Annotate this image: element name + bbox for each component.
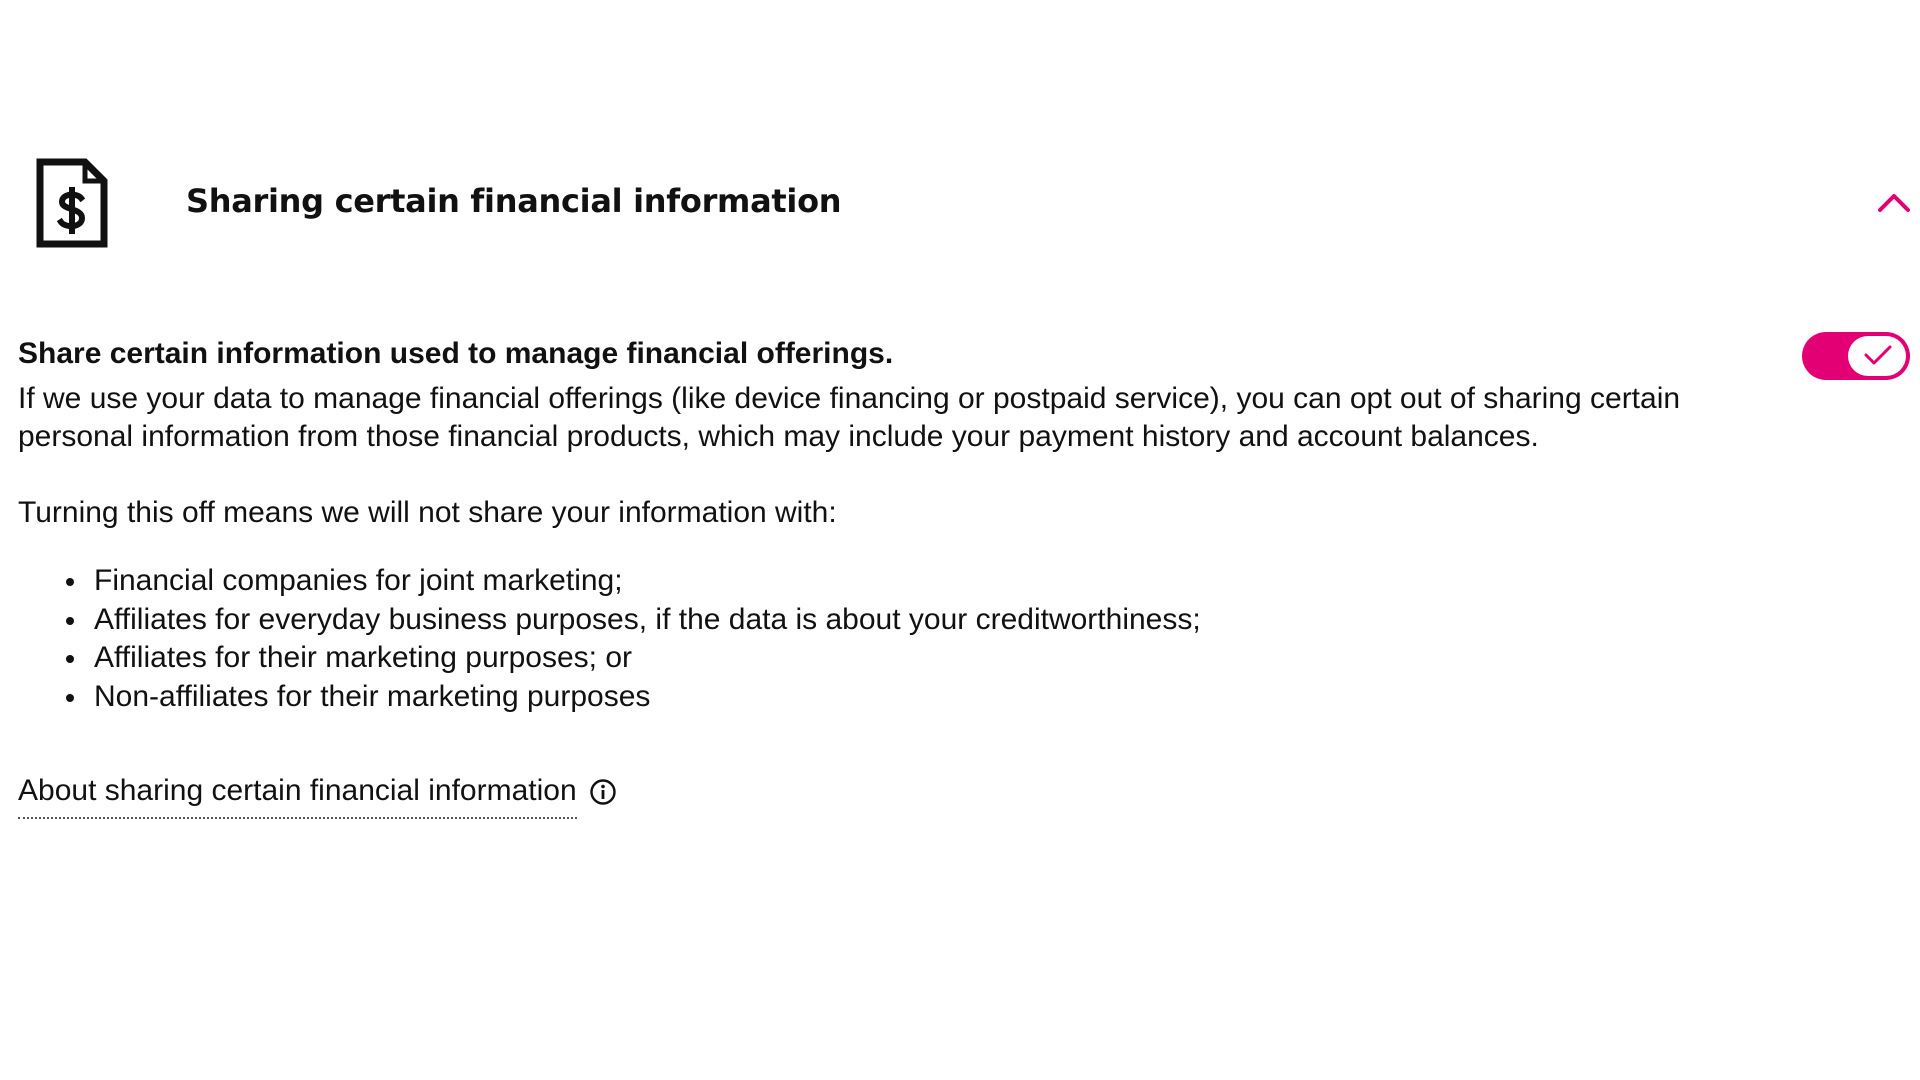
about-row: About sharing certain financial informat… xyxy=(18,771,617,821)
opt-out-list: Financial companies for joint marketing;… xyxy=(18,562,1758,716)
section-content: Share certain information used to manage… xyxy=(18,328,1758,716)
toggle-knob xyxy=(1848,336,1906,376)
checkmark-icon xyxy=(1864,345,1892,365)
list-item: Affiliates for their marketing purposes;… xyxy=(66,639,1758,678)
share-financial-info-toggle[interactable] xyxy=(1802,332,1910,380)
dollar-document-icon xyxy=(36,158,108,248)
info-icon[interactable] xyxy=(589,778,617,806)
setting-description: If we use your data to manage financial … xyxy=(18,382,1681,453)
section-title: Sharing certain financial information xyxy=(186,182,842,220)
list-item: Non-affiliates for their marketing purpo… xyxy=(66,678,1758,717)
opt-out-intro: Turning this off means we will not share… xyxy=(18,496,837,529)
accordion-header[interactable]: Sharing certain financial information xyxy=(0,140,1920,270)
list-item: Affiliates for everyday business purpose… xyxy=(66,601,1758,640)
chevron-up-icon[interactable] xyxy=(1876,188,1912,214)
list-item: Financial companies for joint marketing; xyxy=(66,562,1758,601)
about-sharing-link[interactable]: About sharing certain financial informat… xyxy=(18,771,577,819)
setting-heading: Share certain information used to manage… xyxy=(18,337,894,370)
